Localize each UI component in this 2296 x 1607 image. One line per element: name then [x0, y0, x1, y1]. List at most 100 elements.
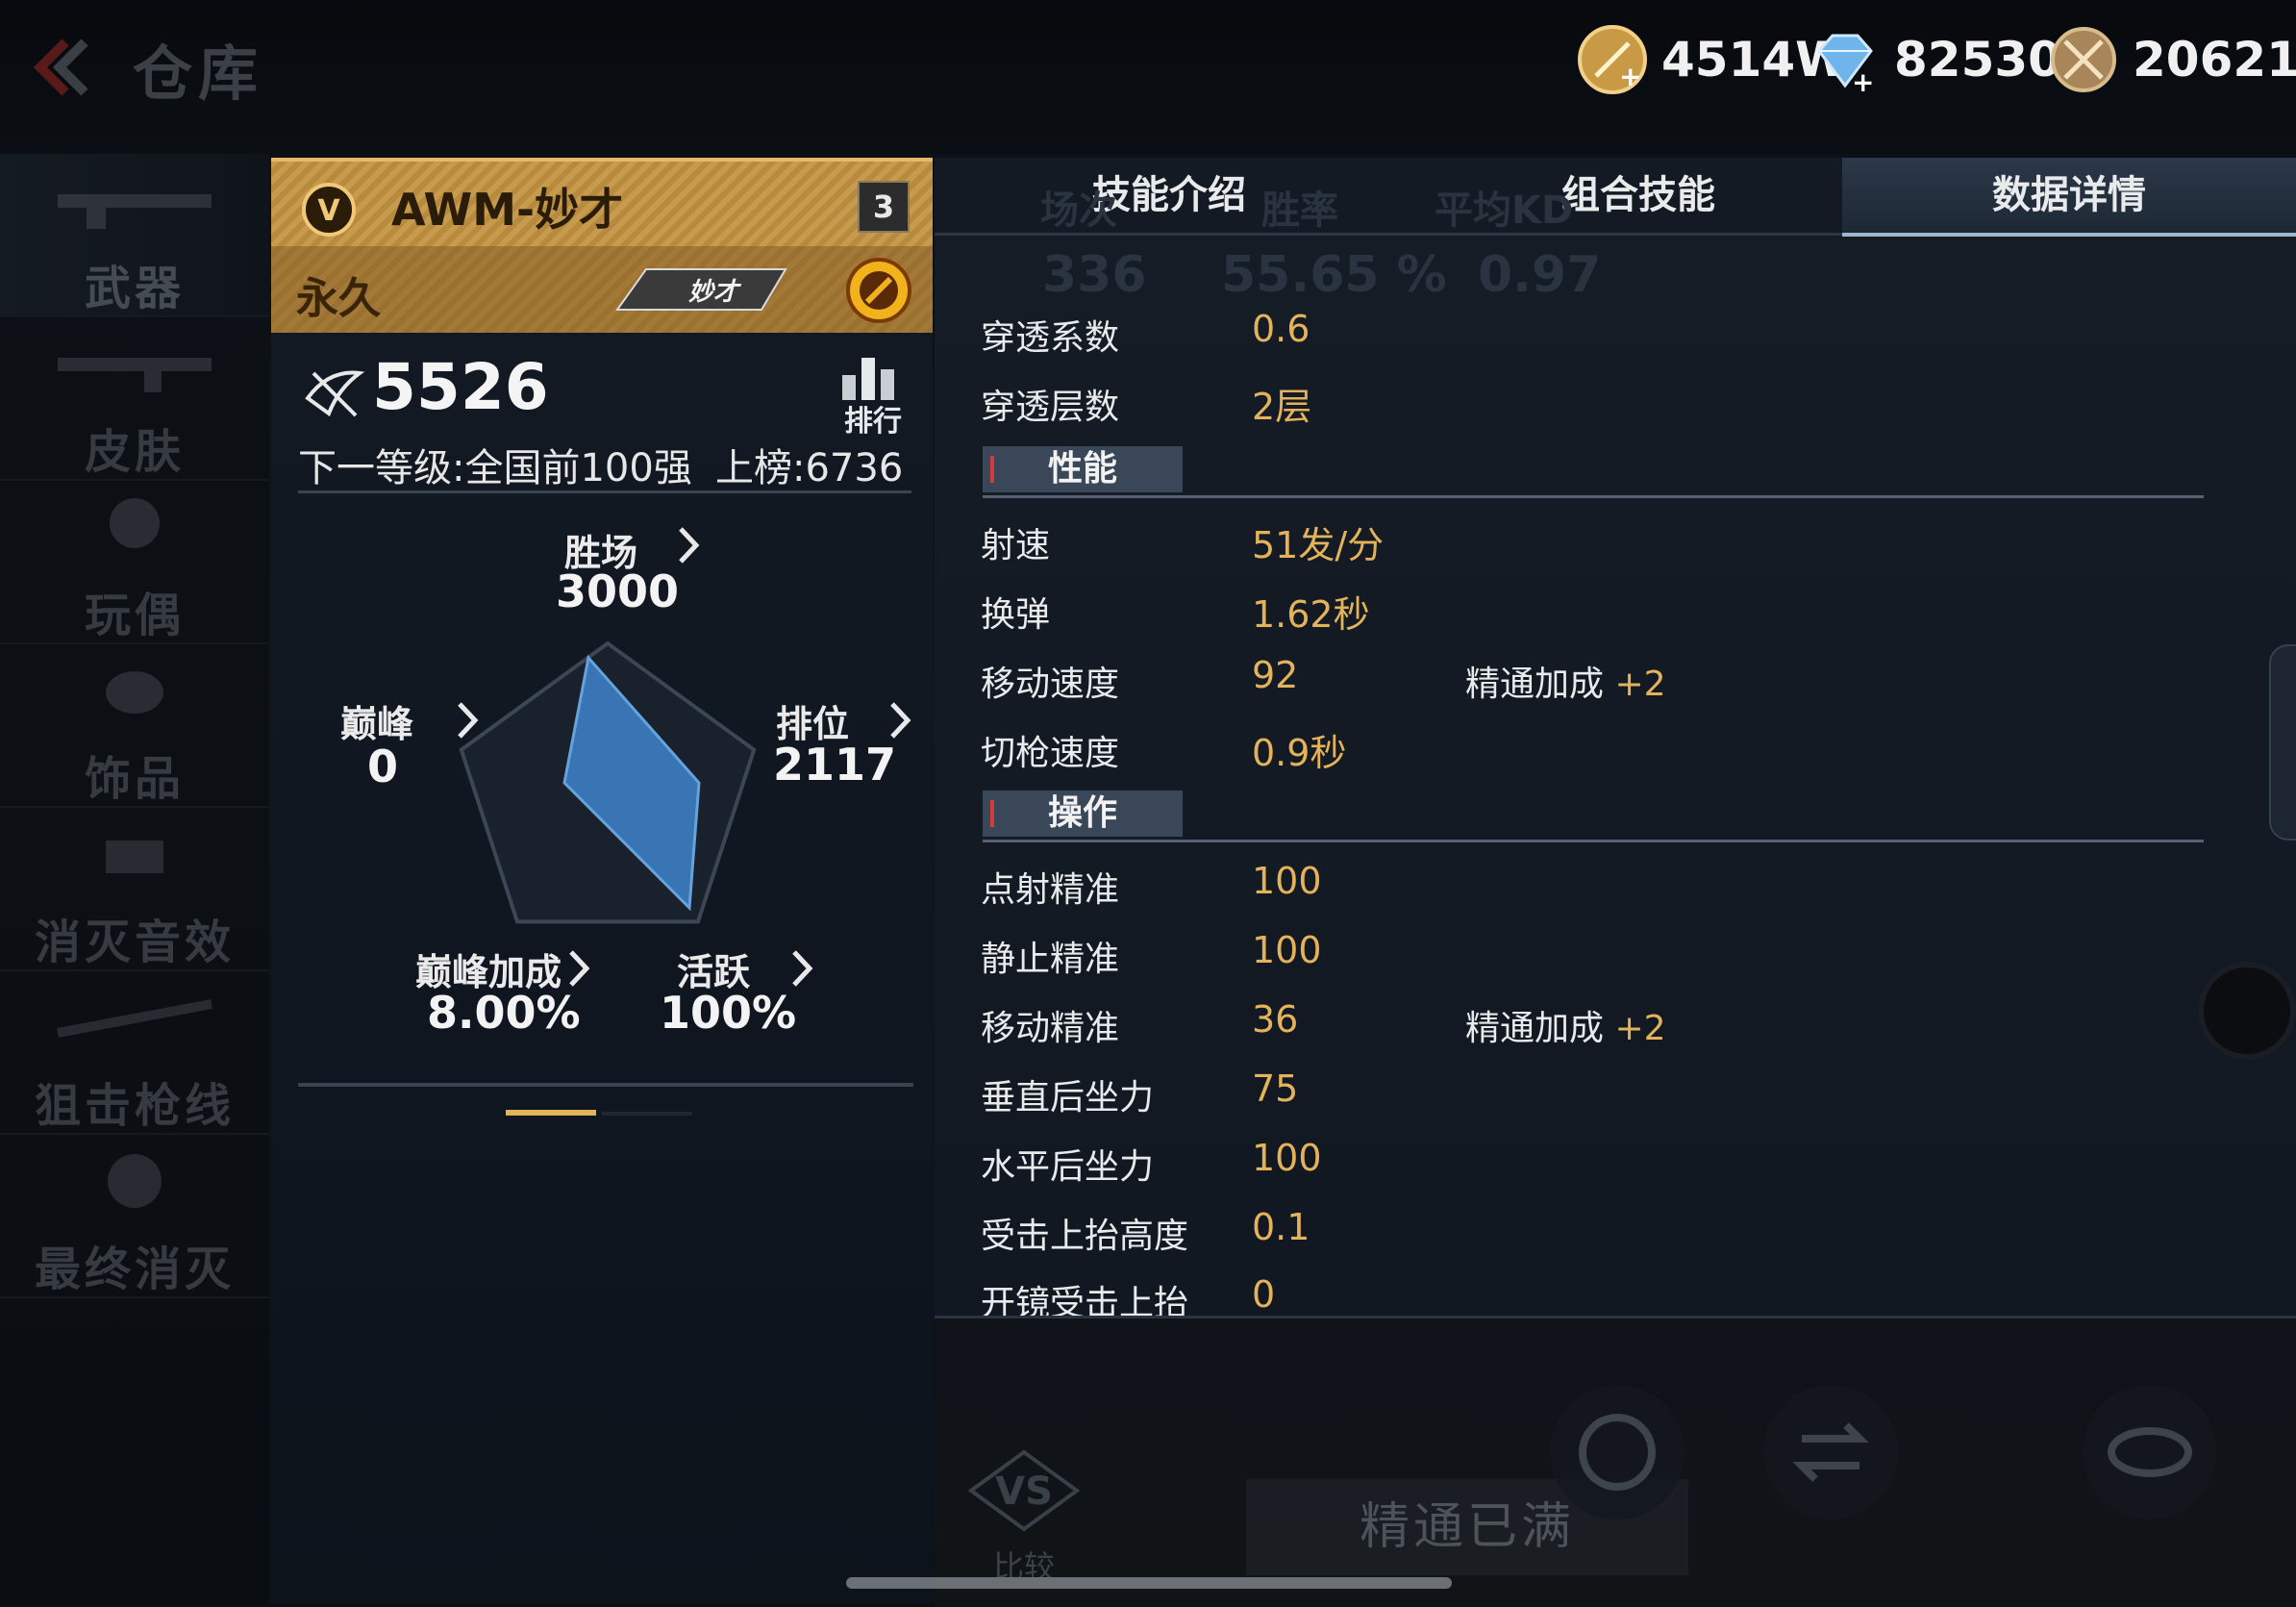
- top-bar: 仓库 + 4514W + 82530 206219: [0, 0, 2296, 154]
- leaderboard-icon: 排行: [842, 358, 902, 439]
- diamond-icon: +: [1817, 34, 1874, 95]
- stat-row-label: 切枪速度: [981, 734, 1120, 773]
- ranked-value: 2117: [773, 739, 897, 791]
- eye-icon: [2108, 1427, 2192, 1477]
- ranked-chevron-icon[interactable]: [886, 696, 915, 744]
- stat-row-value: 0.6: [1252, 308, 1310, 350]
- accessory-icon: [106, 671, 163, 714]
- ghost-value-3: 0.97: [1478, 246, 1602, 304]
- ghost-value-2: 55.65 %: [1221, 246, 1447, 304]
- mastery-bonus-label: 精通加成: [1465, 665, 1605, 704]
- diamond-amount: 82530: [1894, 32, 2061, 88]
- stat-row-value: 0.1: [1252, 1206, 1310, 1248]
- pager-indicator-active[interactable]: [506, 1110, 596, 1116]
- pager-indicator[interactable]: [602, 1112, 692, 1116]
- vs-label: VS: [995, 1469, 1053, 1514]
- ghost-header-2: 胜率: [1261, 188, 1338, 233]
- card-bottom-divider: [298, 1083, 913, 1087]
- stat-row-value: 75: [1252, 1067, 1299, 1110]
- peak-bonus-value: 8.00%: [427, 987, 581, 1039]
- weapon-duration: 永久: [296, 274, 381, 323]
- radar-chart: [459, 640, 757, 924]
- honor-currency[interactable]: 206219: [2048, 21, 2296, 98]
- sidebar-item-sniper-lines[interactable]: 狙击枪线: [0, 971, 269, 1135]
- sidebar-item-final-kill[interactable]: 最终消灭: [0, 1135, 269, 1298]
- active-chevron-icon[interactable]: [788, 944, 817, 992]
- gold-currency[interactable]: + 4514W: [1577, 21, 1848, 98]
- next-level-text: 下一等级:全国前100强: [298, 446, 692, 490]
- mastery-bonus: 精通加成 +2: [1465, 656, 1666, 706]
- skull-icon: [108, 1154, 162, 1208]
- sidebar-item-label: 玩偶: [84, 589, 185, 642]
- leaderboard-label: 排行: [844, 405, 902, 435]
- honor-coin-icon: [2051, 27, 2116, 92]
- sidebar-item-label: 饰品: [84, 752, 185, 806]
- vip-v-icon: V: [302, 183, 356, 237]
- page-title: 仓库: [133, 38, 264, 109]
- stat-row-label: 穿透层数: [981, 388, 1120, 427]
- ghost-header-3: 平均KD: [1435, 188, 1574, 233]
- svg-text:+: +: [1619, 61, 1641, 92]
- cycle-icon: [1579, 1414, 1656, 1491]
- rotate-joystick[interactable]: [2198, 962, 2296, 1060]
- rifle-skin-icon: [58, 358, 212, 392]
- weapon-tag-art: 妙才: [615, 268, 787, 311]
- stat-row-value: 36: [1252, 998, 1299, 1041]
- stat-row-value: 100: [1252, 860, 1322, 902]
- stat-row-value: 2层: [1252, 386, 1312, 428]
- stat-row-label: 射速: [981, 526, 1051, 565]
- section-divider: [983, 495, 2204, 498]
- stat-row-value: 100: [1252, 1137, 1322, 1179]
- ghost-value-1: 336: [1042, 246, 1147, 304]
- sidebar-item-kill-sounds[interactable]: 消灭音效: [0, 808, 269, 971]
- weapon-score: 5526: [372, 350, 549, 424]
- on-board-text: 上榜:6736: [715, 446, 904, 490]
- stat-row-label: 穿透系数: [981, 318, 1120, 358]
- weapon-card: V AWM-妙才 3 永久 妙才 5526 排行 下一等级:全国前100强 上榜…: [271, 158, 933, 1604]
- sidebar-item-dolls[interactable]: 玩偶: [0, 481, 269, 644]
- section-tab-operation: 操作: [983, 791, 1183, 837]
- view-button[interactable]: [2083, 1385, 2217, 1519]
- tab-bar: 技能介绍 组合技能 数据详情: [935, 158, 2296, 237]
- sidebar-item-label: 消灭音效: [34, 916, 235, 969]
- section-tab-performance: 性能: [983, 446, 1183, 492]
- leaderboard-button[interactable]: 排行: [829, 348, 915, 439]
- weapon-tag-text: 妙才: [688, 278, 742, 307]
- sidebar-item-label: 皮肤: [84, 425, 185, 479]
- diamond-currency[interactable]: + 82530: [1809, 21, 2061, 98]
- sidebar-item-label: 武器: [84, 262, 185, 315]
- swap-button[interactable]: [1763, 1385, 1898, 1519]
- sidebar-item-label: 狙击枪线: [34, 1079, 235, 1133]
- stat-row-value: 0: [1252, 1273, 1276, 1316]
- side-drawer-handle[interactable]: [2269, 644, 2296, 841]
- gold-coin-icon: +: [1578, 25, 1647, 94]
- sidebar-item-skins[interactable]: 皮肤: [0, 317, 269, 481]
- stat-row-value: 100: [1252, 929, 1322, 971]
- stat-row-label: 移动精准: [981, 1009, 1120, 1048]
- tab-data-details[interactable]: 数据详情: [1842, 158, 2296, 237]
- svg-text:V: V: [317, 194, 340, 228]
- weapon-level-badge: 3: [858, 181, 910, 233]
- svg-text:+: +: [1852, 66, 1874, 95]
- stat-row-value: 1.62秒: [1252, 593, 1370, 636]
- stat-row-label: 静止精准: [981, 940, 1120, 979]
- sniper-badge-icon: [846, 258, 911, 323]
- doll-icon: [110, 498, 160, 548]
- compare-button[interactable]: VS 比较: [961, 1443, 1086, 1587]
- peak-label: 巅峰: [340, 703, 414, 745]
- home-indicator[interactable]: [846, 1577, 1452, 1589]
- honor-amount: 206219: [2133, 32, 2296, 88]
- skin-switch-button[interactable]: [1550, 1385, 1685, 1519]
- sidebar-item-weapons[interactable]: 武器: [0, 154, 269, 317]
- sidebar-item-accessories[interactable]: 饰品: [0, 644, 269, 808]
- stat-row-label: 移动速度: [981, 665, 1120, 704]
- sniper-icon: [57, 999, 212, 1038]
- stat-row-value: 92: [1252, 654, 1299, 696]
- swap-arrows-icon: [1792, 1422, 1869, 1482]
- back-arrow-icon[interactable]: [15, 29, 92, 106]
- sound-icon: [106, 841, 163, 873]
- rank-wing-icon: [305, 370, 365, 417]
- mastery-bonus-label: 精通加成: [1465, 1009, 1605, 1048]
- wins-chevron-icon[interactable]: [675, 521, 704, 569]
- mastery-bonus: 精通加成 +2: [1465, 1000, 1666, 1050]
